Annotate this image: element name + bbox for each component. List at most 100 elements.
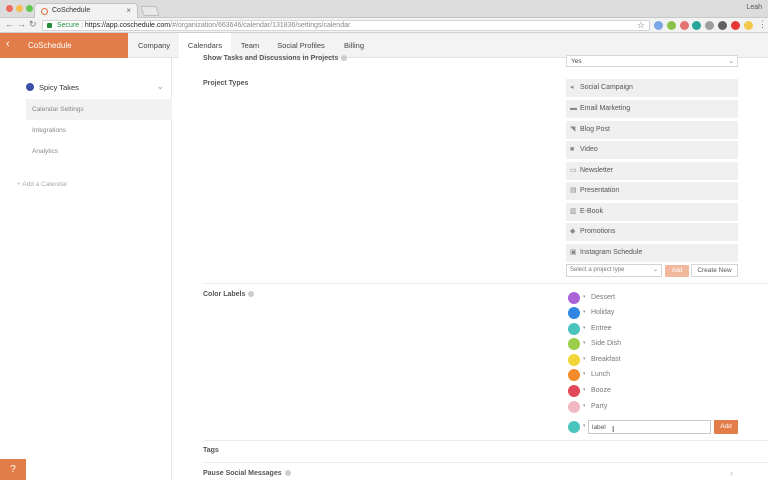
maximize-window-icon[interactable]: [26, 5, 33, 12]
help-question-icon[interactable]: [248, 291, 255, 298]
project-type-item[interactable]: ▣ Instagram Schedule: [566, 244, 738, 262]
extension-icon[interactable]: [680, 21, 689, 30]
help-button[interactable]: ?: [0, 459, 26, 480]
create-new-button[interactable]: Create New: [691, 264, 738, 277]
show-tasks-select[interactable]: Yes ⌄: [566, 55, 738, 67]
tab-title: CoSchedule: [52, 7, 91, 14]
chevron-down-icon[interactable]: ▾: [583, 423, 586, 429]
add-label-button[interactable]: Add: [714, 420, 738, 434]
color-swatch[interactable]: [568, 401, 580, 413]
show-tasks-label: Show Tasks and Discussions in Projects: [203, 55, 348, 62]
sidebar-item-calendar-settings[interactable]: Calendar Settings: [26, 99, 172, 120]
color-swatch[interactable]: [568, 354, 580, 366]
browser-menu-icon[interactable]: ⋮: [758, 19, 767, 30]
color-label-name: Lunch: [591, 371, 611, 378]
new-label-color-swatch[interactable]: [568, 421, 580, 433]
project-type-item[interactable]: ■ Video: [566, 141, 738, 159]
browser-tab-bar: CoSchedule × Leah: [0, 0, 768, 18]
color-label-name: Side Dish: [591, 340, 621, 347]
chevron-down-icon[interactable]: ▾: [583, 294, 586, 300]
sidebar-item-integrations[interactable]: Integrations: [26, 120, 172, 141]
ebook-icon: ▥: [570, 208, 577, 215]
sidebar: Spicy Takes ⌄ Calendar Settings Integrat…: [0, 58, 172, 480]
divider: [203, 440, 768, 441]
color-label-name: Entree: [591, 325, 612, 332]
calendar-color-dot: [26, 83, 34, 91]
extension-icon[interactable]: [654, 21, 663, 30]
project-type-item[interactable]: ◥ Blog Post: [566, 121, 738, 139]
color-swatch[interactable]: [568, 385, 580, 397]
forward-arrow-icon[interactable]: →: [17, 19, 26, 29]
color-labels-label: Color Labels: [203, 291, 255, 298]
project-type-label: Newsletter: [580, 167, 614, 174]
chevron-down-icon: ⌄: [652, 267, 658, 273]
text-cursor-icon: I: [612, 425, 615, 434]
project-type-select[interactable]: Select a project type ⌄: [566, 264, 662, 277]
tab-company[interactable]: Company: [129, 33, 179, 58]
extension-icon[interactable]: [744, 21, 753, 30]
rss-icon: ◥: [570, 126, 576, 133]
chevron-right-icon[interactable]: ›: [730, 468, 733, 478]
browser-user-name[interactable]: Leah: [746, 4, 762, 11]
bookmark-star-icon[interactable]: ☆: [637, 20, 645, 30]
project-type-label: E-Book: [580, 208, 603, 215]
newsletter-icon: ▭: [570, 167, 577, 174]
project-type-item[interactable]: ▭ Newsletter: [566, 162, 738, 180]
extension-icon[interactable]: [692, 21, 701, 30]
divider: [203, 462, 768, 463]
project-type-item[interactable]: ▤ Presentation: [566, 182, 738, 200]
url-host: https://app.coschedule.com: [84, 22, 171, 29]
extension-icon[interactable]: [667, 21, 676, 30]
brand-block[interactable]: ‹ CoSchedule: [0, 33, 128, 58]
minimize-window-icon[interactable]: [16, 5, 23, 12]
chevron-down-icon[interactable]: ▾: [583, 325, 586, 331]
new-tab-button[interactable]: [140, 6, 160, 16]
color-swatch[interactable]: [568, 338, 580, 350]
color-swatch[interactable]: [568, 323, 580, 335]
add-project-type-button[interactable]: Add: [665, 265, 689, 277]
extension-icon[interactable]: [731, 21, 740, 30]
extension-icon[interactable]: [718, 21, 727, 30]
new-label-input[interactable]: [588, 420, 711, 434]
back-chevron-icon[interactable]: ‹: [6, 38, 10, 50]
address-bar-row: ← → ↻ Secure | https://app.coschedule.co…: [0, 18, 768, 33]
project-type-item[interactable]: ◂ Social Campaign: [566, 79, 738, 97]
color-swatch[interactable]: [568, 307, 580, 319]
chevron-down-icon[interactable]: ▾: [583, 371, 586, 377]
project-type-label: Social Campaign: [580, 84, 633, 91]
browser-tab[interactable]: CoSchedule ×: [34, 3, 138, 18]
color-label-name: Booze: [591, 387, 611, 394]
chevron-down-icon[interactable]: ▾: [583, 403, 586, 409]
project-type-label: Email Marketing: [580, 105, 631, 112]
chevron-down-icon[interactable]: ⌄: [156, 81, 164, 92]
close-tab-icon[interactable]: ×: [126, 6, 131, 15]
url-path: /#/organization/663646/calendar/131836/s…: [170, 22, 351, 29]
chevron-down-icon[interactable]: ▾: [583, 340, 586, 346]
color-swatch[interactable]: [568, 369, 580, 381]
project-type-label: Instagram Schedule: [580, 249, 643, 256]
project-type-item[interactable]: ◆ Promotions: [566, 223, 738, 241]
project-type-placeholder: Select a project type: [570, 267, 625, 273]
chevron-down-icon[interactable]: ▾: [583, 387, 586, 393]
chevron-down-icon[interactable]: ▾: [583, 356, 586, 362]
extension-icon[interactable]: [705, 21, 714, 30]
close-window-icon[interactable]: [6, 5, 13, 12]
chevron-down-icon: ⌄: [728, 58, 734, 65]
email-icon: ▬: [570, 105, 577, 112]
url-field[interactable]: Secure | https://app.coschedule.com/#/or…: [42, 20, 650, 31]
project-type-item[interactable]: ▥ E-Book: [566, 203, 738, 221]
color-swatch[interactable]: [568, 292, 580, 304]
chevron-down-icon[interactable]: ▾: [583, 309, 586, 315]
back-arrow-icon[interactable]: ←: [5, 19, 14, 29]
color-label-name: Holiday: [591, 309, 615, 316]
project-type-label: Video: [580, 146, 598, 153]
reload-icon[interactable]: ↻: [29, 19, 37, 30]
tags-label: Tags: [203, 447, 219, 454]
add-calendar-link[interactable]: + Add a Calendar: [17, 181, 67, 188]
divider: [203, 283, 768, 284]
help-question-icon[interactable]: [341, 55, 348, 62]
help-question-icon[interactable]: [284, 470, 291, 477]
sidebar-calendar-spicy-takes[interactable]: Spicy Takes ⌄: [18, 80, 172, 94]
project-type-item[interactable]: ▬ Email Marketing: [566, 100, 738, 118]
sidebar-item-analytics[interactable]: Analytics: [26, 141, 172, 162]
